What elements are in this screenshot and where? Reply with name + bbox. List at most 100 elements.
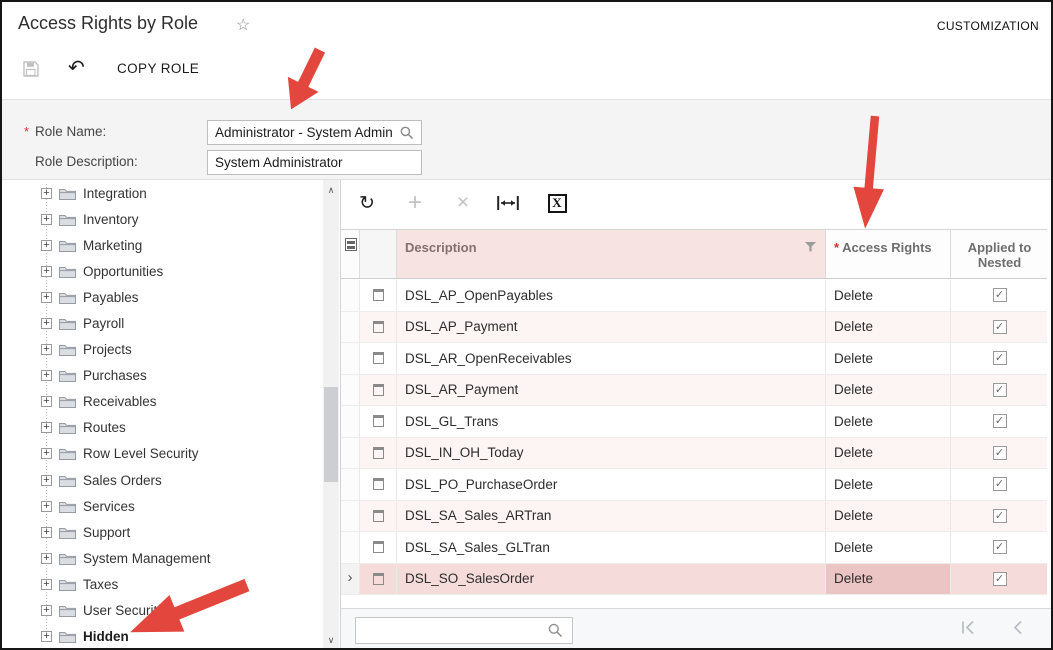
tree-scrollbar[interactable]: ∧ ∨ [323,180,339,650]
tree-item[interactable]: + Taxes [2,571,323,597]
applied-checkbox[interactable]: ✓ [993,540,1007,554]
access-rights-cell[interactable]: Delete [826,343,951,374]
description-cell[interactable]: DSL_AP_OpenPayables [397,280,826,311]
applied-cell[interactable]: ✓ [951,469,1048,500]
access-rights-cell[interactable]: Delete [826,501,951,532]
filter-icon[interactable] [805,242,816,252]
row-icon-cell[interactable] [360,564,397,595]
applied-checkbox[interactable]: ✓ [993,477,1007,491]
tree-item[interactable]: + Purchases [2,363,323,389]
row-icon-cell[interactable] [360,343,397,374]
tree-item[interactable]: + User Security [2,598,323,624]
access-rights-cell[interactable]: Delete [826,406,951,437]
table-row[interactable]: › DSL_PO_PurchaseOrder Delete ✓ [341,469,1047,501]
applied-checkbox[interactable]: ✓ [993,414,1007,428]
row-selector-cell[interactable]: › [341,501,360,532]
delete-row-button[interactable]: × [449,189,477,217]
applied-to-nested-column-header[interactable]: Applied to Nested [951,230,1048,278]
access-rights-cell[interactable]: Delete [826,280,951,311]
tree-item[interactable]: + Receivables [2,389,323,415]
expand-plus-icon[interactable]: + [41,448,52,459]
applied-checkbox[interactable]: ✓ [993,509,1007,523]
expand-plus-icon[interactable]: + [41,579,52,590]
table-row[interactable]: › DSL_AR_OpenReceivables Delete ✓ [341,343,1047,375]
role-name-input[interactable] [207,120,422,145]
scroll-up-icon[interactable]: ∧ [323,182,339,198]
row-selector-cell[interactable]: › [341,375,360,406]
table-row[interactable]: › DSL_SA_Sales_GLTran Delete ✓ [341,532,1047,564]
row-selector-cell[interactable]: › [341,312,360,343]
expand-plus-icon[interactable]: + [41,475,52,486]
scroll-down-icon[interactable]: ∨ [323,632,339,648]
expand-plus-icon[interactable]: + [41,553,52,564]
expand-plus-icon[interactable]: + [41,501,52,512]
save-button[interactable] [22,60,40,78]
description-column-header[interactable]: Description [397,230,826,278]
expand-plus-icon[interactable]: + [41,527,52,538]
tree-item[interactable]: + System Management [2,545,323,571]
scrollbar-thumb[interactable] [324,387,338,482]
row-selector-cell[interactable]: › [341,532,360,563]
grid-search-input[interactable] [355,617,573,644]
tree-item[interactable]: + Services [2,493,323,519]
customization-menu[interactable]: CUSTOMIZATION [937,19,1039,33]
access-rights-cell[interactable]: Delete [826,375,951,406]
access-rights-cell[interactable]: Delete [826,564,951,595]
table-row[interactable]: › DSL_AR_Payment Delete ✓ [341,375,1047,407]
description-cell[interactable]: DSL_GL_Trans [397,406,826,437]
access-rights-cell[interactable]: Delete [826,438,951,469]
description-cell[interactable]: DSL_SA_Sales_ARTran [397,501,826,532]
table-row[interactable]: › DSL_SA_Sales_ARTran Delete ✓ [341,501,1047,533]
tree-item[interactable]: + Payroll [2,310,323,336]
applied-checkbox[interactable]: ✓ [993,383,1007,397]
expand-plus-icon[interactable]: + [41,266,52,277]
access-rights-column-header[interactable]: *Access Rights [826,230,951,278]
applied-checkbox[interactable]: ✓ [993,288,1007,302]
tree-item[interactable]: + Support [2,519,323,545]
applied-cell[interactable]: ✓ [951,312,1048,343]
tree-item[interactable]: + Inventory [2,206,323,232]
description-cell[interactable]: DSL_SO_SalesOrder [397,564,826,595]
table-row[interactable]: › DSL_IN_OH_Today Delete ✓ [341,438,1047,470]
expand-plus-icon[interactable]: + [41,422,52,433]
tree-item[interactable]: + Marketing [2,232,323,258]
description-cell[interactable]: DSL_SA_Sales_GLTran [397,532,826,563]
row-icon-cell[interactable] [360,469,397,500]
applied-cell[interactable]: ✓ [951,501,1048,532]
description-cell[interactable]: DSL_AR_OpenReceivables [397,343,826,374]
row-selector-cell[interactable]: › [341,406,360,437]
expand-plus-icon[interactable]: + [41,214,52,225]
applied-cell[interactable]: ✓ [951,438,1048,469]
applied-checkbox[interactable]: ✓ [993,572,1007,586]
row-icon-cell[interactable] [360,532,397,563]
search-icon[interactable] [548,623,563,638]
applied-checkbox[interactable]: ✓ [993,320,1007,334]
expand-plus-icon[interactable]: + [41,344,52,355]
row-icon-cell[interactable] [360,406,397,437]
applied-checkbox[interactable]: ✓ [993,351,1007,365]
tree-item[interactable]: + Integration [2,180,323,206]
expand-plus-icon[interactable]: + [41,188,52,199]
tree-item[interactable]: + Opportunities [2,258,323,284]
favorite-star-icon[interactable]: ☆ [236,15,250,35]
expand-plus-icon[interactable]: + [41,240,52,251]
row-icon-cell[interactable] [360,438,397,469]
expand-plus-icon[interactable]: + [41,396,52,407]
undo-button[interactable]: ↶ [68,55,85,80]
applied-checkbox[interactable]: ✓ [993,446,1007,460]
row-icon-cell[interactable] [360,312,397,343]
row-selector-cell[interactable]: › [341,469,360,500]
refresh-button[interactable]: ↻ [353,189,381,217]
fit-width-button[interactable] [494,189,522,217]
applied-cell[interactable]: ✓ [951,564,1048,595]
tree-item[interactable]: + Hidden [2,624,323,650]
first-page-button[interactable] [961,620,975,635]
row-icon-cell[interactable] [360,501,397,532]
tree-item[interactable]: + Projects [2,337,323,363]
tree-item[interactable]: + Sales Orders [2,467,323,493]
applied-cell[interactable]: ✓ [951,280,1048,311]
description-cell[interactable]: DSL_IN_OH_Today [397,438,826,469]
tree-item[interactable]: + Row Level Security [2,441,323,467]
row-selector-cell[interactable]: › [341,438,360,469]
table-row[interactable]: › DSL_AP_OpenPayables Delete ✓ [341,280,1047,312]
